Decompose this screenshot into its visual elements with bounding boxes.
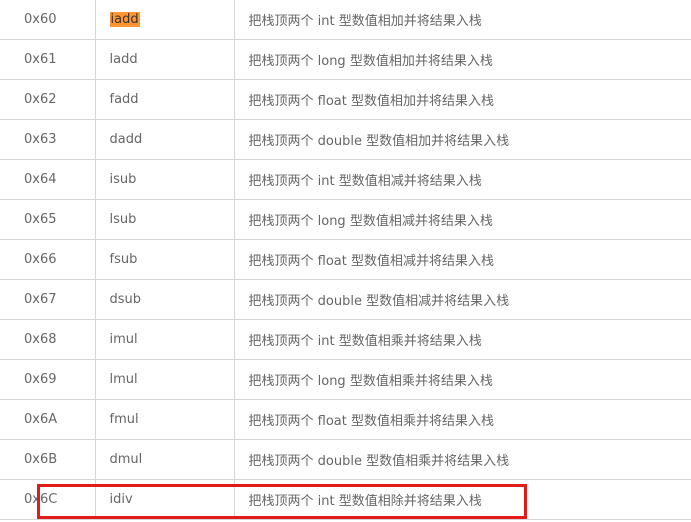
mnemonic-cell: isub xyxy=(94,159,235,200)
table-row: 0x65 lsub 把栈顶两个 long 型数值相减并将结果入栈 xyxy=(0,199,691,240)
opcode-cell: 0x6B xyxy=(0,439,96,480)
mnemonic-cell: lsub xyxy=(94,199,235,240)
mnemonic-cell: dadd xyxy=(94,119,235,160)
description-cell: 把栈顶两个 long 型数值相乘并将结果入栈 xyxy=(233,359,691,400)
mnemonic-cell: fmul xyxy=(94,399,235,440)
description-cell: 把栈顶两个 int 型数值相减并将结果入栈 xyxy=(233,159,691,200)
table-row: 0x6B dmul 把栈顶两个 double 型数值相乘并将结果入栈 xyxy=(0,439,691,480)
opcode-cell: 0x65 xyxy=(0,199,96,240)
table-row: 0x67 dsub 把栈顶两个 double 型数值相减并将结果入栈 xyxy=(0,279,691,320)
mnemonic-cell: fadd xyxy=(94,79,235,120)
opcode-cell: 0x61 xyxy=(0,39,96,80)
opcode-cell: 0x60 xyxy=(0,0,96,40)
table-row: 0x6A fmul 把栈顶两个 float 型数值相乘并将结果入栈 xyxy=(0,399,691,440)
mnemonic-cell: imul xyxy=(94,319,235,360)
mnemonic-cell: lmul xyxy=(94,359,235,400)
description-cell: 把栈顶两个 float 型数值相乘并将结果入栈 xyxy=(233,399,691,440)
description-cell: 把栈顶两个 double 型数值相减并将结果入栈 xyxy=(233,279,691,320)
description-cell: 把栈顶两个 long 型数值相加并将结果入栈 xyxy=(233,39,691,80)
mnemonic-cell: dsub xyxy=(94,279,235,320)
opcode-cell: 0x67 xyxy=(0,279,96,320)
description-cell: 把栈顶两个 double 型数值相乘并将结果入栈 xyxy=(233,439,691,480)
mnemonic-cell: ladd xyxy=(94,39,235,80)
opcode-cell: 0x69 xyxy=(0,359,96,400)
mnemonic-cell: idiv xyxy=(94,479,235,520)
mnemonic-cell: dmul xyxy=(94,439,235,480)
opcode-cell: 0x64 xyxy=(0,159,96,200)
description-cell: 把栈顶两个 long 型数值相减并将结果入栈 xyxy=(233,199,691,240)
opcode-cell: 0x6A xyxy=(0,399,96,440)
table-row: 0x69 lmul 把栈顶两个 long 型数值相乘并将结果入栈 xyxy=(0,359,691,400)
description-cell: 把栈顶两个 double 型数值相加并将结果入栈 xyxy=(233,119,691,160)
table-row: 0x64 isub 把栈顶两个 int 型数值相减并将结果入栈 xyxy=(0,159,691,200)
description-cell: 把栈顶两个 int 型数值相除并将结果入栈 xyxy=(233,479,691,520)
opcode-cell: 0x62 xyxy=(0,79,96,120)
mnemonic-cell: iadd xyxy=(94,0,235,40)
table-row: 0x6C idiv 把栈顶两个 int 型数值相除并将结果入栈 xyxy=(0,479,691,520)
description-cell: 把栈顶两个 int 型数值相乘并将结果入栈 xyxy=(233,319,691,360)
table-row: 0x66 fsub 把栈顶两个 float 型数值相减并将结果入栈 xyxy=(0,239,691,280)
mnemonic-cell: fsub xyxy=(94,239,235,280)
table-row: 0x61 ladd 把栈顶两个 long 型数值相加并将结果入栈 xyxy=(0,39,691,80)
description-cell: 把栈顶两个 float 型数值相加并将结果入栈 xyxy=(233,79,691,120)
description-cell: 把栈顶两个 float 型数值相减并将结果入栈 xyxy=(233,239,691,280)
opcode-cell: 0x66 xyxy=(0,239,96,280)
opcode-cell: 0x63 xyxy=(0,119,96,160)
description-cell: 把栈顶两个 int 型数值相加并将结果入栈 xyxy=(233,0,691,40)
opcode-cell: 0x68 xyxy=(0,319,96,360)
table-row: 0x62 fadd 把栈顶两个 float 型数值相加并将结果入栈 xyxy=(0,79,691,120)
table-row: 0x63 dadd 把栈顶两个 double 型数值相加并将结果入栈 xyxy=(0,119,691,160)
table-row: 0x68 imul 把栈顶两个 int 型数值相乘并将结果入栈 xyxy=(0,319,691,360)
table-row: 0x60 iadd 把栈顶两个 int 型数值相加并将结果入栈 xyxy=(0,0,691,40)
opcode-table: 0x60 iadd 把栈顶两个 int 型数值相加并将结果入栈 0x61 lad… xyxy=(0,0,691,520)
opcode-cell: 0x6C xyxy=(0,479,96,520)
search-highlight: iadd xyxy=(109,12,140,27)
